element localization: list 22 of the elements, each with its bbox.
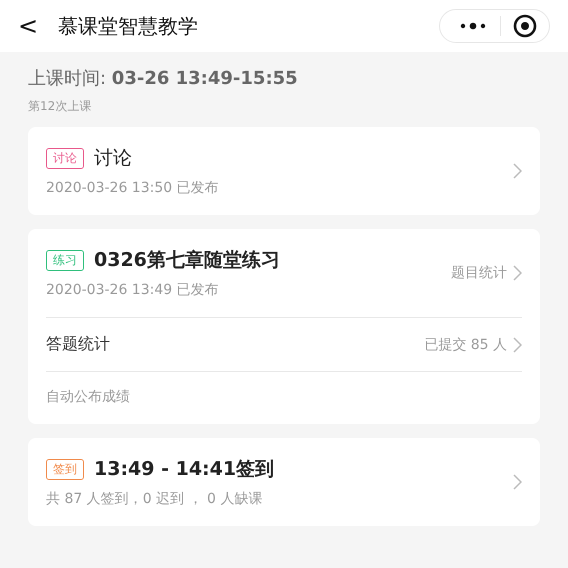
stats-label: 答题统计	[46, 334, 111, 355]
activity-info: 2020-03-26 13:49 已发布	[46, 281, 220, 299]
chevron-icon	[513, 265, 522, 281]
page-title: 慕课堂智慧教学	[58, 12, 199, 40]
activity-info: 共 87 人签到，0 迟到 ， 0 人缺课	[46, 490, 264, 508]
activity-tag: 签到	[46, 458, 84, 480]
chevron-icon	[513, 336, 522, 352]
class-time: 上课时间: 03-26 13:49-15:55	[28, 67, 299, 90]
activity-tag: 练习	[46, 250, 84, 270]
activity-tag: 讨论	[46, 148, 84, 168]
chevron-icon	[513, 163, 522, 179]
activity-info: 2020-03-26 13:50 已发布	[46, 179, 220, 197]
back-button[interactable]: <	[18, 12, 58, 40]
auto-publish-note: 自动公布成绩	[46, 388, 131, 406]
activity-title: 13:49 - 14:41签到	[94, 457, 274, 482]
activity-title: 0326第七章随堂练习	[94, 248, 280, 273]
activity-title: 讨论	[94, 146, 132, 171]
more-icon[interactable]	[458, 22, 488, 30]
activity-card[interactable]: 签到 13:49 - 14:41签到 共 87 人签到，0 迟到 ， 0 人缺课	[28, 438, 540, 526]
chevron-icon	[513, 474, 522, 490]
session-count: 第12次上课	[28, 98, 92, 115]
activity-card[interactable]: 讨论 讨论 2020-03-26 13:50 已发布	[28, 127, 540, 215]
